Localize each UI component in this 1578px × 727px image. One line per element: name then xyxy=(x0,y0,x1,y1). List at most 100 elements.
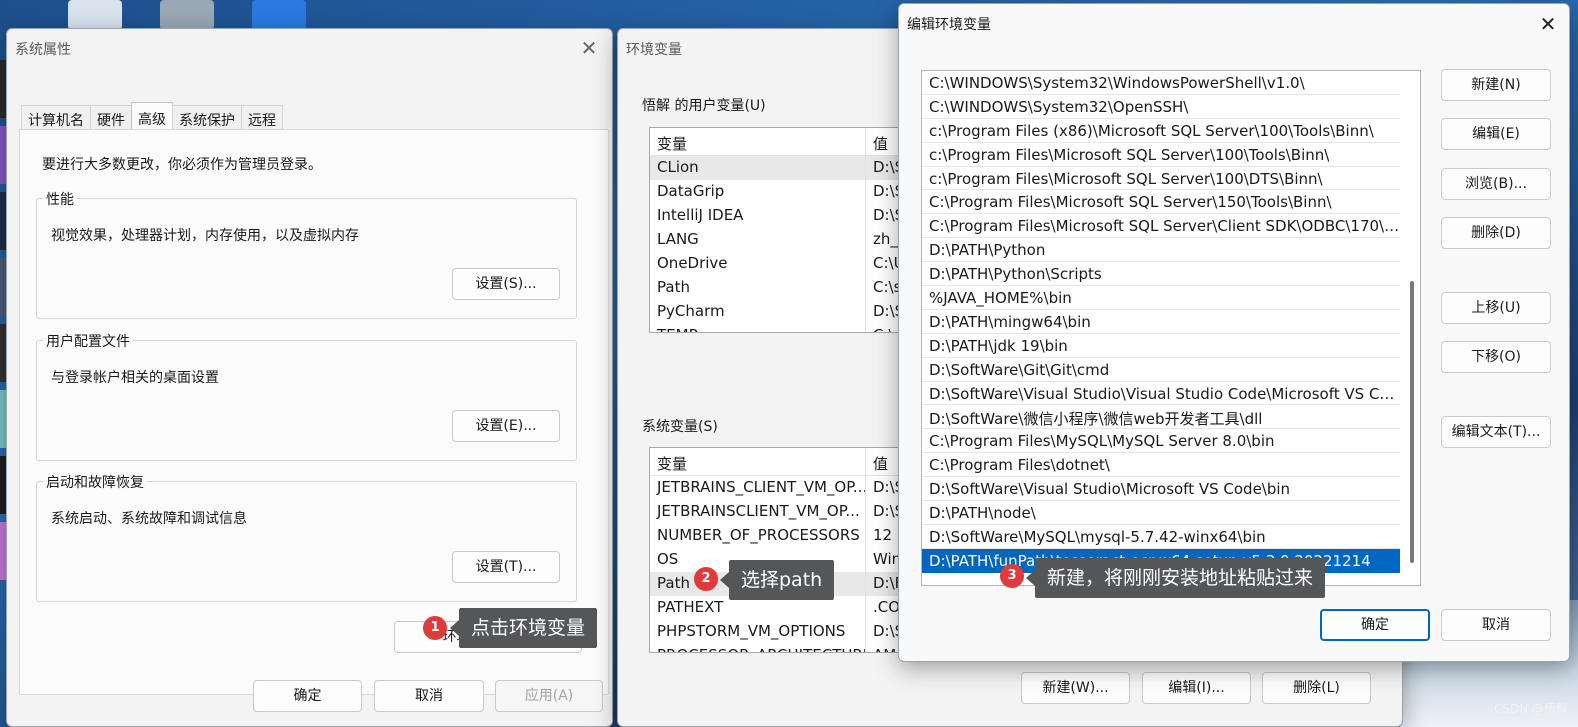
group-description: 视觉效果，处理器计划，内存使用，以及虚拟内存 xyxy=(51,228,359,244)
system-variables-list[interactable]: 变量 值 JETBRAINS_CLIENT_VM_OP... D:\S JETBR… xyxy=(649,447,909,653)
user-variables-list[interactable]: 变量 值 CLion D:\S DataGrip D:\S IntelliJ IDE… xyxy=(649,127,909,333)
table-row[interactable]: JETBRAINSCLIENT_VM_OP... D:\S xyxy=(650,500,908,524)
table-row[interactable]: PROCESSOR_ARCHITECTUREAM xyxy=(650,644,908,652)
close-icon[interactable]: ✕ xyxy=(578,37,600,59)
edit-entry-button[interactable]: 编辑(E) xyxy=(1441,118,1551,150)
table-row[interactable]: PyCharm D:\S xyxy=(650,300,908,324)
delete-entry-button[interactable]: 删除(D) xyxy=(1441,217,1551,249)
path-entry[interactable]: c:\Program Files\Microsoft SQL Server\10… xyxy=(922,143,1400,167)
edit-system-variable-button[interactable]: 编辑(I)... xyxy=(1142,672,1251,704)
cancel-button[interactable]: 取消 xyxy=(1441,609,1551,641)
table-row[interactable]: Path C:\s xyxy=(650,276,908,300)
step-badge-1: 1 xyxy=(423,616,447,640)
path-entry[interactable]: D:\SoftWare\Git\Git\cmd xyxy=(922,358,1400,382)
path-entry[interactable]: C:\Program Files\Microsoft SQL Server\15… xyxy=(922,190,1400,215)
group-description: 与登录帐户相关的桌面设置 xyxy=(51,370,219,386)
admin-notice: 要进行大多数更改，你必须作为管理员登录。 xyxy=(42,157,322,173)
apply-button[interactable]: 应用(A) xyxy=(495,680,603,712)
new-entry-button[interactable]: 新建(N) xyxy=(1441,69,1551,101)
path-entry[interactable]: D:\SoftWare\Visual Studio\Microsoft VS C… xyxy=(922,477,1400,502)
variable-name: NUMBER_OF_PROCESSORS xyxy=(650,524,866,548)
performance-group: 性能 视觉效果，处理器计划，内存使用，以及虚拟内存 设置(S)... xyxy=(36,189,577,319)
recycle-bin-desktop-icon[interactable] xyxy=(68,0,122,30)
ok-button[interactable]: 确定 xyxy=(253,680,362,712)
user-profiles-settings-button[interactable]: 设置(E)... xyxy=(452,410,560,442)
table-row[interactable]: TEMPC:\ xyxy=(650,324,908,332)
move-up-button[interactable]: 上移(U) xyxy=(1441,292,1551,324)
table-row[interactable]: CLion D:\S xyxy=(650,156,908,180)
browse-button[interactable]: 浏览(B)... xyxy=(1441,168,1551,200)
user-profiles-group: 用户配置文件 与登录帐户相关的桌面设置 设置(E)... xyxy=(36,331,577,461)
shield-desktop-icon[interactable] xyxy=(252,0,306,30)
path-entries-list[interactable]: C:\WINDOWS\System32\WindowsPowerShell\v1… xyxy=(921,70,1421,586)
tab-hardware[interactable]: 硬件 xyxy=(90,105,132,129)
ok-button[interactable]: 确定 xyxy=(1320,609,1430,641)
variable-name: OneDrive xyxy=(650,252,866,276)
path-entry[interactable]: %JAVA_HOME%\bin xyxy=(922,286,1400,310)
startup-settings-button[interactable]: 设置(T)... xyxy=(452,551,560,583)
window-title: 编辑环境变量 xyxy=(907,17,991,33)
variable-name: DataGrip xyxy=(650,180,866,204)
table-row[interactable]: IntelliJ IDEA D:\S xyxy=(650,204,908,228)
step-callout-2: 选择path xyxy=(719,560,835,600)
edit-text-button[interactable]: 编辑文本(T)... xyxy=(1441,416,1551,448)
tab-system-protection[interactable]: 系统保护 xyxy=(172,105,242,129)
path-entry[interactable]: C:\WINDOWS\System32\WindowsPowerShell\v1… xyxy=(922,71,1400,95)
group-title: 启动和故障恢复 xyxy=(43,472,147,492)
path-entry[interactable]: D:\PATH\Python xyxy=(922,238,1400,263)
list-header: 变量 值 xyxy=(650,128,908,156)
scrollbar[interactable] xyxy=(1410,281,1414,563)
path-entry[interactable]: D:\PATH\node\ xyxy=(922,501,1400,525)
new-system-variable-button[interactable]: 新建(W)... xyxy=(1021,672,1130,704)
table-row[interactable]: NUMBER_OF_PROCESSORS 12 xyxy=(650,524,908,548)
window-title: 环境变量 xyxy=(626,42,682,58)
path-entry[interactable]: c:\Program Files\Microsoft SQL Server\10… xyxy=(922,167,1400,191)
variable-name: TEMP xyxy=(650,324,866,332)
performance-settings-button[interactable]: 设置(S)... xyxy=(452,268,560,300)
path-entry[interactable]: c:\Program Files (x86)\Microsoft SQL Ser… xyxy=(922,119,1400,143)
path-entry[interactable]: C:\Program Files\dotnet\ xyxy=(922,453,1400,478)
column-header-variable[interactable]: 变量 xyxy=(650,448,866,475)
window-title: 系统属性 xyxy=(15,42,71,58)
path-entry[interactable]: D:\SoftWare\微信小程序\微信web开发者工具\dll xyxy=(922,405,1400,430)
startup-recovery-group: 启动和故障恢复 系统启动、系统故障和调试信息 设置(T)... xyxy=(36,472,577,602)
system-variables-label: 系统变量(S) xyxy=(642,419,718,435)
variable-name: JETBRAINSCLIENT_VM_OP... xyxy=(650,500,866,524)
path-entry[interactable]: D:\PATH\mingw64\bin xyxy=(922,310,1400,334)
delete-system-variable-button[interactable]: 删除(L) xyxy=(1262,672,1371,704)
move-down-button[interactable]: 下移(O) xyxy=(1441,341,1551,373)
variable-name: Path xyxy=(650,276,866,300)
step-callout-1: 点击环境变量 xyxy=(449,608,598,648)
path-entry[interactable]: D:\SoftWare\Visual Studio\Visual Studio … xyxy=(922,382,1400,406)
tab-computer-name[interactable]: 计算机名 xyxy=(21,105,91,129)
column-header-variable[interactable]: 变量 xyxy=(650,128,866,155)
variable-name: PyCharm xyxy=(650,300,866,324)
variable-name: IntelliJ IDEA xyxy=(650,204,866,228)
step-badge-2: 2 xyxy=(694,567,718,591)
path-entry[interactable]: D:\SoftWare\MySQL\mysql-5.7.42-winx64\bi… xyxy=(922,525,1400,549)
table-row[interactable]: OneDrive C:\U xyxy=(650,252,908,276)
table-row[interactable]: DataGrip D:\S xyxy=(650,180,908,204)
path-entry[interactable]: C:\Program Files\Microsoft SQL Server\Cl… xyxy=(922,214,1400,239)
variable-name: LANG xyxy=(650,228,866,252)
app-desktop-icon[interactable] xyxy=(160,0,214,30)
table-row[interactable]: JETBRAINS_CLIENT_VM_OP... D:\S xyxy=(650,476,908,500)
path-entry[interactable]: D:\PATH\jdk 19\bin xyxy=(922,334,1400,358)
tab-advanced[interactable]: 高级 xyxy=(131,102,173,129)
variable-name: PHPSTORM_VM_OPTIONS xyxy=(650,620,866,644)
list-header: 变量 值 xyxy=(650,448,908,476)
table-row[interactable]: PHPSTORM_VM_OPTIONS D:\S xyxy=(650,620,908,644)
step-callout-3: 新建，将刚刚安装地址粘贴过来 xyxy=(1025,558,1326,598)
path-entry[interactable]: C:\WINDOWS\System32\OpenSSH\ xyxy=(922,95,1400,119)
group-description: 系统启动、系统故障和调试信息 xyxy=(51,511,247,527)
path-entry[interactable]: C:\Program Files\MySQL\MySQL Server 8.0\… xyxy=(922,429,1400,454)
group-title: 性能 xyxy=(43,189,77,209)
path-entry[interactable]: D:\PATH\Python\Scripts xyxy=(922,262,1400,287)
tab-bar: 计算机名 硬件 高级 系统保护 远程 xyxy=(21,102,283,129)
variable-name: PROCESSOR_ARCHITECTURE xyxy=(650,644,866,652)
table-row[interactable]: LANG zh_C xyxy=(650,228,908,252)
close-icon[interactable]: ✕ xyxy=(1537,13,1559,35)
tab-remote[interactable]: 远程 xyxy=(241,105,283,129)
cancel-button[interactable]: 取消 xyxy=(374,680,484,712)
step-badge-3: 3 xyxy=(1000,564,1024,588)
